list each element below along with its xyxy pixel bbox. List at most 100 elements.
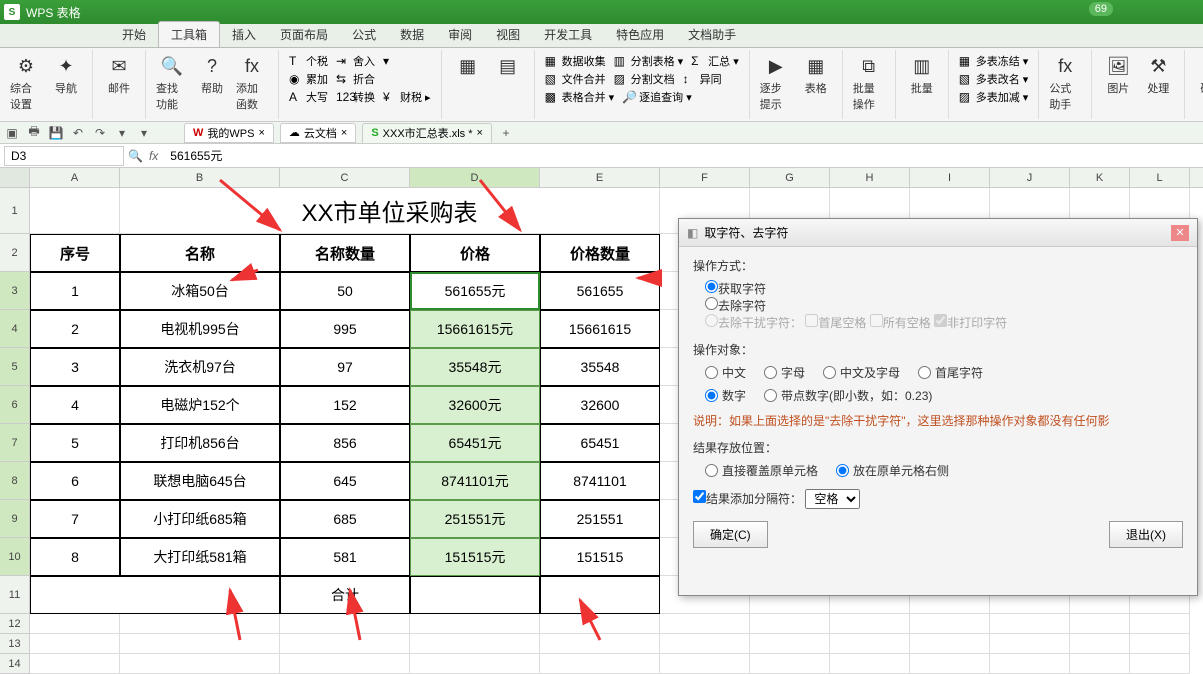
ok-button[interactable]: 确定(C) [693,521,768,548]
mode-remove[interactable]: 去除字符 [705,299,766,313]
cell[interactable] [540,634,660,654]
fx-icon[interactable]: fx [143,149,164,163]
cell[interactable] [830,614,910,634]
ribbon-item[interactable]: ⇥舍入 [332,52,379,70]
exit-button[interactable]: 退出(X) [1109,521,1183,548]
result-right[interactable]: 放在原单元格右侧 [836,462,949,479]
cell[interactable] [540,576,660,614]
cell[interactable] [660,654,750,674]
tab-start[interactable]: 开始 [110,22,158,47]
cell-pqty[interactable]: 561655 [540,272,660,310]
tab-view[interactable]: 视图 [484,22,532,47]
cell-price[interactable]: 15661615元 [410,310,540,348]
tab-feature[interactable]: 特色应用 [604,22,676,47]
tab-insert[interactable]: 插入 [220,22,268,47]
rowhead-9[interactable]: 9 [0,500,30,538]
cell[interactable] [540,614,660,634]
colhead-D[interactable]: D [410,168,540,187]
qa-print[interactable]: 🖶 [26,125,42,141]
cell[interactable] [750,634,830,654]
cell[interactable] [280,614,410,634]
ribbon-item[interactable]: ⇆折合 [332,70,379,88]
colhead-L[interactable]: L [1130,168,1190,187]
cell[interactable] [1070,614,1130,634]
target-headtail[interactable]: 首尾字符 [918,364,983,381]
ribbon-item[interactable]: ◉累加 [285,70,332,88]
ribbon-item[interactable]: ▦多表冻结 ▾ [955,52,1033,70]
cell[interactable] [990,654,1070,674]
qa-save[interactable]: 💾 [48,125,64,141]
cell[interactable] [750,614,830,634]
ribbon-item[interactable]: ▩表格合并 ▾ [541,88,619,106]
ribbon-settings[interactable]: ⚙综合设置 [6,52,46,114]
ribbon-item[interactable]: A大写 [285,88,332,106]
tab-dochelp[interactable]: 文档助手 [676,22,748,47]
cell-qty[interactable]: 50 [280,272,410,310]
cell[interactable] [30,654,120,674]
colhead-J[interactable]: J [990,168,1070,187]
colhead-C[interactable]: C [280,168,410,187]
cell[interactable] [410,634,540,654]
colhead-I[interactable]: I [910,168,990,187]
cell[interactable] [750,654,830,674]
ribbon-item[interactable]: ▦数据收集 [541,52,610,70]
qa-redo[interactable]: ↷ [92,125,108,141]
qa-more[interactable]: ▾ [114,125,130,141]
cell[interactable] [30,576,280,614]
rowhead-12[interactable]: 12 [0,614,30,634]
cell[interactable] [280,654,410,674]
cell-qty[interactable]: 581 [280,538,410,576]
cell[interactable] [30,634,120,654]
cell[interactable] [120,614,280,634]
cell-name[interactable]: 大打印纸581箱 [120,538,280,576]
ribbon-grid1[interactable]: ▦ [448,52,488,82]
cell-pqty[interactable]: 32600 [540,386,660,424]
colhead-H[interactable]: H [830,168,910,187]
cell-seq[interactable]: 5 [30,424,120,462]
tab-data[interactable]: 数据 [388,22,436,47]
rowhead-3[interactable]: 3 [0,272,30,310]
ribbon-fxhelp[interactable]: fx公式助手 [1045,52,1085,114]
close-icon[interactable]: × [258,127,264,139]
cell[interactable] [540,654,660,674]
cell-pqty[interactable]: 35548 [540,348,660,386]
ribbon-item[interactable]: Σ汇总 ▾ [687,52,743,70]
colhead-A[interactable]: A [30,168,120,187]
ribbon-nav[interactable]: ✦导航 [46,52,86,114]
tab-dev[interactable]: 开发工具 [532,22,604,47]
cell-pqty[interactable]: 151515 [540,538,660,576]
cell[interactable] [990,614,1070,634]
ribbon-item[interactable]: 123转换 [332,88,379,106]
ribbon-grid2[interactable]: ▤ [488,52,528,82]
cell-name[interactable]: 洗衣机97台 [120,348,280,386]
radio[interactable] [705,464,718,477]
th-name[interactable]: 名称 [120,234,280,272]
cell[interactable] [1070,634,1130,654]
cell[interactable] [990,634,1070,654]
ribbon-item[interactable]: ▥分割表格 ▾ [610,52,688,70]
cell-qty[interactable]: 645 [280,462,410,500]
cell[interactable] [910,634,990,654]
ribbon-process[interactable]: ⚒处理 [1138,52,1178,98]
cell-seq[interactable]: 7 [30,500,120,538]
ribbon-item[interactable]: ▧文件合并 [541,70,610,88]
ribbon-batch2[interactable]: ▥批量 [902,52,942,98]
rowhead-5[interactable]: 5 [0,348,30,386]
cell[interactable] [830,654,910,674]
ribbon-step[interactable]: ▶逐步提示 [756,52,796,114]
radio[interactable] [764,366,777,379]
cell-qty[interactable]: 995 [280,310,410,348]
cell-price[interactable]: 8741101元 [410,462,540,500]
th-qty[interactable]: 名称数量 [280,234,410,272]
search-icon[interactable]: 🔍 [128,149,143,163]
cell-seq[interactable]: 4 [30,386,120,424]
cell-qty[interactable]: 152 [280,386,410,424]
cell-seq[interactable]: 8 [30,538,120,576]
cell-name[interactable]: 电视机995台 [120,310,280,348]
ribbon-item[interactable]: ▧多表改名 ▾ [955,70,1033,88]
target-cnalpha[interactable]: 中文及字母 [823,364,900,381]
cell-pqty[interactable]: 251551 [540,500,660,538]
cell-price[interactable]: 561655元 [410,272,540,310]
radio[interactable] [705,366,718,379]
cell[interactable] [410,654,540,674]
